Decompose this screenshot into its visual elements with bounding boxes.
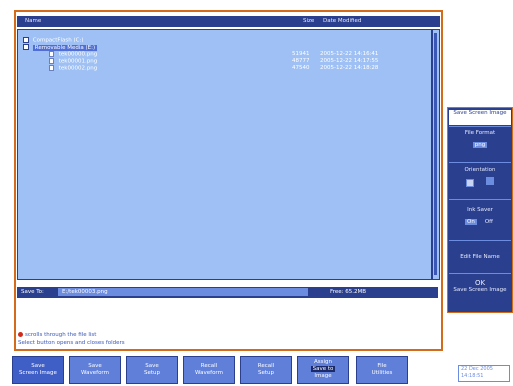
softkey-line2: Utilities (371, 370, 393, 376)
multipurpose-knob-icon (18, 332, 23, 337)
hint-scroll: scrolls through the file list (25, 332, 97, 338)
file-date: 2005-12-22 14:17:55 (320, 58, 379, 64)
softkey-file-utilities[interactable]: File Utilities (356, 356, 408, 384)
softkey-assign-save[interactable]: Assign Save to Image (297, 356, 349, 384)
file-name: tek00002.png (58, 65, 98, 72)
softkey-line2: Setup (257, 370, 274, 376)
clock: 22 Dec 2005 14:18:51 (458, 365, 510, 382)
softkey-line2: Screen Image (19, 370, 57, 376)
file-date: 2005-12-22 14:16:41 (320, 51, 379, 57)
divider (449, 162, 511, 163)
softkey-line1: Save (88, 363, 102, 369)
ink-saver-button[interactable]: Ink Saver On Off (449, 201, 511, 239)
file-size: 47540 (292, 65, 310, 71)
divider (449, 240, 511, 241)
softkey-line2: Setup (143, 370, 160, 376)
softkey-recall-waveform[interactable]: Recall Waveform (183, 356, 235, 384)
file-name: tek00001.png (58, 58, 98, 65)
drive-icon (23, 44, 29, 50)
softkey-line3: Image (314, 373, 332, 379)
landscape-icon (466, 179, 474, 187)
orientation-button[interactable]: Orientation (449, 164, 511, 198)
divider (449, 199, 511, 200)
file-format-button[interactable]: File Format png (449, 128, 511, 161)
file-size: 48777 (292, 58, 310, 64)
free-space-label: Free: 65.2MB (330, 289, 367, 295)
file-icon (49, 65, 54, 71)
tree-item-compactflash[interactable]: CompactFlash (C:) (23, 37, 84, 44)
drive-icon (23, 37, 29, 43)
softkey-line1: Save (145, 363, 159, 369)
ok-label: OK (474, 279, 486, 287)
file-row[interactable]: tek00001.png (49, 58, 97, 65)
softkey-line2: Save to (298, 366, 348, 373)
tree-item-label: CompactFlash (C:) (32, 37, 84, 44)
file-row[interactable]: tek00000.png (49, 51, 97, 58)
tree-item-label: Removable Media (E:) (32, 44, 98, 51)
file-icon (49, 51, 54, 57)
ok-sub-label: Save Screen Image (453, 287, 507, 293)
divider (449, 126, 511, 127)
softkey-line2: Waveform (195, 370, 223, 376)
file-size: 51941 (292, 51, 310, 57)
side-menu-title-text: Save Screen Image (453, 110, 507, 116)
softkey-line1: Save (31, 363, 45, 369)
edit-file-name-button[interactable]: Edit File Name (449, 242, 511, 272)
portrait-icon (486, 176, 494, 185)
file-format-value: png (472, 142, 488, 148)
softkey-line1: Recall (257, 363, 275, 369)
softkey-save-waveform[interactable]: Save Waveform (69, 356, 121, 384)
ink-saver-on: On (465, 219, 477, 225)
clock-date: 22 Dec 2005 (461, 366, 493, 372)
file-format-label: File Format (464, 130, 496, 136)
softkey-save-setup[interactable]: Save Setup (126, 356, 178, 384)
edit-file-name-label: Edit File Name (460, 254, 500, 260)
ink-saver-label: Ink Saver (467, 207, 493, 213)
column-header-date[interactable]: Date Modified (323, 18, 361, 24)
file-row[interactable]: tek00002.png (49, 65, 97, 72)
column-header-name[interactable]: Name (25, 18, 41, 24)
hint-select: Select button opens and closes folders (18, 340, 125, 346)
file-name: tek00000.png (58, 51, 98, 58)
divider (449, 273, 511, 274)
save-to-field[interactable]: E:/tek00003.png (58, 288, 308, 296)
file-icon (49, 58, 54, 64)
save-to-label: Save To: (21, 289, 44, 295)
file-date: 2005-12-22 14:18:28 (320, 65, 379, 71)
file-list-header: Name Size Date Modified (17, 16, 440, 27)
scrollbar-thumb[interactable] (434, 33, 437, 275)
clock-time: 14:18:51 (461, 373, 484, 379)
softkey-line1: Recall (200, 363, 218, 369)
softkey-recall-setup[interactable]: Recall Setup (240, 356, 292, 384)
orientation-label: Orientation (464, 167, 496, 173)
tree-item-removable-media[interactable]: Removable Media (E:) (23, 44, 98, 51)
ok-save-button[interactable]: OK Save Screen Image (449, 276, 511, 311)
column-header-size[interactable]: Size (303, 18, 314, 24)
side-menu-title: Save Screen Image (449, 110, 511, 125)
softkey-line2: Waveform (81, 370, 109, 376)
softkey-line1: Assign (314, 359, 332, 365)
ink-saver-off: Off (484, 219, 493, 225)
assign-save-to-pill: Save to (310, 366, 336, 372)
softkey-line1: File (377, 363, 387, 369)
softkey-save-screen-image[interactable]: Save Screen Image (12, 356, 64, 384)
